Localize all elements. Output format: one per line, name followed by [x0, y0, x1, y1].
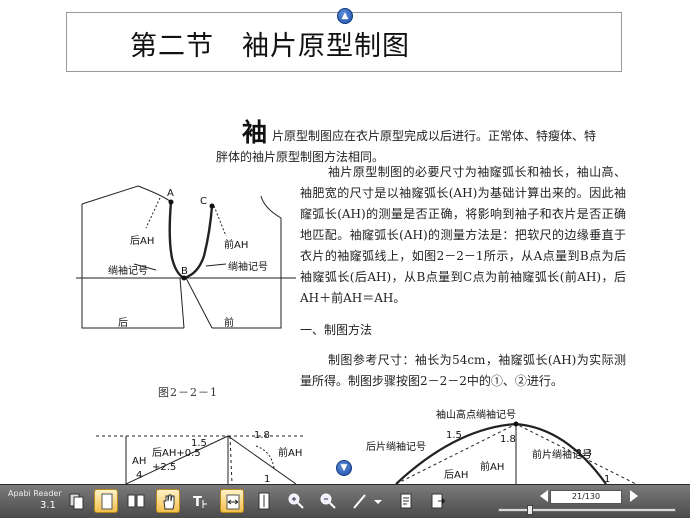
select-text-button[interactable]: T	[188, 489, 212, 513]
reader-toolbar: Apabi Reader 3.1 T 21/130	[0, 484, 690, 518]
fit-page-icon	[258, 492, 270, 510]
hand-tool-button[interactable]	[156, 489, 180, 513]
note-button[interactable]	[394, 489, 418, 513]
label-front: 前	[224, 316, 234, 329]
label-back-ah-right: 后AH	[444, 469, 468, 481]
figure-caption: 图2－2－1	[158, 386, 218, 399]
label-r-1-3: 1.3	[576, 448, 592, 459]
zoom-in-button[interactable]	[284, 489, 308, 513]
heading-method: 一、制图方法	[300, 323, 373, 337]
label-1-5: 1.5	[191, 438, 207, 449]
document-page: ▲ 第二节 袖片原型制图 袖 片原型制图应在衣片原型完成以后进行。正常体、特瘦体…	[0, 0, 690, 484]
app-name: Apabi Reader	[8, 489, 62, 498]
page-number-field[interactable]: 21/130	[550, 490, 622, 504]
label-back-ah: 后AH	[130, 235, 154, 247]
figure-sleeve-draft: AH 4 后AH+0.5 +2.5 1.5 1.8 前AH 1 袖山高点绱袖记号…	[96, 408, 637, 484]
thumbnail-button[interactable]	[64, 489, 88, 513]
label-r-1-8: 1.8	[500, 434, 516, 445]
prev-page-icon[interactable]	[540, 490, 548, 502]
label-ah-top: AH	[132, 456, 146, 467]
label-sleeve-top-notch: 袖山高点绱袖记号	[436, 408, 516, 421]
export-button[interactable]	[426, 489, 450, 513]
label-front-ah-right: 前AH	[480, 460, 504, 473]
two-page-button[interactable]	[124, 489, 148, 513]
page-slider[interactable]	[498, 505, 676, 515]
label-r-1-5: 1.5	[446, 430, 462, 441]
label-b: B	[181, 266, 188, 277]
dropdown-icon	[374, 500, 382, 504]
paragraph-reference: 制图参考尺寸：袖长为54cm，袖窿弧长(AH)为实际测量所得。制图步骤按图2－2…	[300, 353, 626, 388]
label-ah-bottom: 4	[136, 470, 142, 481]
label-back-notch: 绱袖记号	[108, 264, 148, 277]
pen-icon	[353, 494, 366, 509]
single-page-icon	[101, 493, 113, 510]
label-plus-2-5: +2.5	[152, 462, 176, 473]
scroll-up-icon[interactable]: ▲	[337, 8, 353, 24]
fit-page-button[interactable]	[252, 489, 276, 513]
drop-cap: 袖	[242, 118, 268, 147]
label-1-left: 1	[264, 474, 270, 484]
page-slider-knob[interactable]	[526, 505, 533, 515]
zoom-out-button[interactable]	[316, 489, 340, 513]
next-page-icon[interactable]	[630, 490, 638, 502]
label-r-1: 1	[604, 474, 610, 484]
select-text-icon: T	[193, 495, 207, 510]
export-icon	[431, 493, 446, 509]
fit-width-icon	[226, 494, 240, 510]
single-page-button[interactable]	[94, 489, 118, 513]
page-navigator: 21/130	[492, 488, 682, 516]
zoom-in-icon	[288, 493, 304, 509]
label-front-ah: 前AH	[224, 238, 248, 251]
hand-icon	[163, 494, 175, 510]
label-a: A	[167, 188, 174, 199]
pen-button[interactable]	[348, 489, 372, 513]
figure-bodice-armhole: A B C 后AH 前AH 绱袖记号 绱袖记号 后 前	[76, 185, 296, 329]
scroll-down-icon[interactable]: ▼	[336, 460, 352, 476]
label-front-ah-left: 前AH	[278, 446, 302, 459]
paragraph-measurement: 袖片原型制图的必要尺寸为袖窿弧长和袖长，袖山高、袖肥宽的尺寸是以袖窿弧长(AH)…	[300, 165, 626, 305]
thumbnail-icon	[69, 493, 84, 510]
intro-line-1: 片原型制图应在衣片原型完成以后进行。正常体、特瘦体、特	[272, 129, 597, 143]
app-version: 3.1	[40, 500, 56, 511]
section-title: 第二节 袖片原型制图	[130, 31, 410, 62]
label-back: 后	[118, 317, 128, 329]
fit-width-button[interactable]	[220, 489, 244, 513]
label-back-notch-right: 后片绱袖记号	[366, 440, 426, 453]
svg-text:T: T	[193, 495, 202, 510]
pen-dropdown-button[interactable]	[370, 489, 384, 513]
zoom-out-icon	[320, 493, 336, 509]
label-c: C	[200, 196, 207, 207]
label-1-8: 1.8	[254, 430, 270, 441]
two-page-icon	[127, 494, 145, 508]
note-icon	[400, 493, 412, 509]
label-front-notch: 绱袖记号	[228, 260, 268, 273]
